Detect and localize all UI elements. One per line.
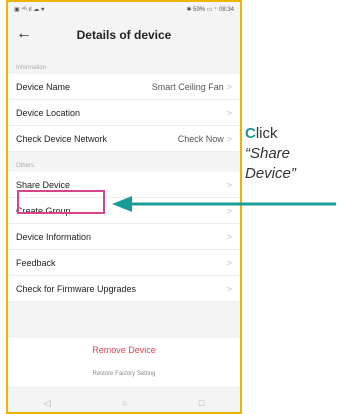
device-information-label: Device Information <box>16 231 92 242</box>
create-group-label: Create Group <box>16 205 71 216</box>
check-network-row[interactable]: Check Device Network Check Now > <box>8 126 240 152</box>
check-network-value: Check Now <box>177 133 224 144</box>
device-location-label: Device Location <box>16 107 81 118</box>
status-bar: ▣ ⁴ᴳ.ıl ☁ ♥ ✱ 59% ▭ ⁺ 08:34 <box>8 2 240 16</box>
callout-line3: Device” <box>245 165 296 182</box>
device-name-value: Smart Ceiling Fan <box>151 81 224 92</box>
pointer-arrow-icon <box>112 196 336 212</box>
share-device-row[interactable]: Share Device > <box>8 172 240 198</box>
restore-factory-button[interactable]: Restore Factory Setting <box>8 362 240 386</box>
remove-device-button[interactable]: Remove Device <box>8 338 240 362</box>
header: ← Details of device <box>8 16 240 54</box>
nav-home-icon[interactable]: ○ <box>122 398 127 408</box>
status-right: ✱ 59% ▭ ⁺ 08:34 <box>186 6 234 13</box>
section-information: Information <box>16 65 47 71</box>
chevron-right-icon: > <box>226 107 232 118</box>
share-device-label: Share Device <box>16 179 71 190</box>
section-others: Others <box>16 163 35 169</box>
android-nav-bar: ◁ ○ □ <box>8 394 240 412</box>
feedback-row[interactable]: Feedback > <box>8 250 240 276</box>
chevron-right-icon: > <box>226 81 232 92</box>
page-title: Details of device <box>76 28 172 42</box>
device-information-row[interactable]: Device Information > <box>8 224 240 250</box>
device-location-row[interactable]: Device Location > <box>8 100 240 126</box>
chevron-right-icon: > <box>226 133 232 144</box>
nav-back-icon[interactable]: ◁ <box>44 398 51 409</box>
nav-recent-icon[interactable]: □ <box>199 398 204 408</box>
chevron-right-icon: > <box>226 179 232 190</box>
status-left: ▣ ⁴ᴳ.ıl ☁ ♥ <box>14 6 45 13</box>
device-name-row[interactable]: Device Name Smart Ceiling Fan > <box>8 74 240 100</box>
firmware-row[interactable]: Check for Firmware Upgrades > <box>8 276 240 302</box>
callout-accent-letter: C <box>245 125 256 142</box>
check-network-label: Check Device Network <box>16 133 108 144</box>
instruction-callout: Click “Share Device” <box>245 124 296 184</box>
back-arrow-icon[interactable]: ← <box>16 25 32 43</box>
firmware-label: Check for Firmware Upgrades <box>16 283 137 294</box>
chevron-right-icon: > <box>226 231 232 242</box>
device-name-label: Device Name <box>16 81 71 92</box>
callout-word: lick <box>255 125 278 142</box>
chevron-right-icon: > <box>226 257 232 268</box>
callout-line2: “Share <box>245 145 291 162</box>
chevron-right-icon: > <box>226 283 232 294</box>
feedback-label: Feedback <box>16 257 56 268</box>
